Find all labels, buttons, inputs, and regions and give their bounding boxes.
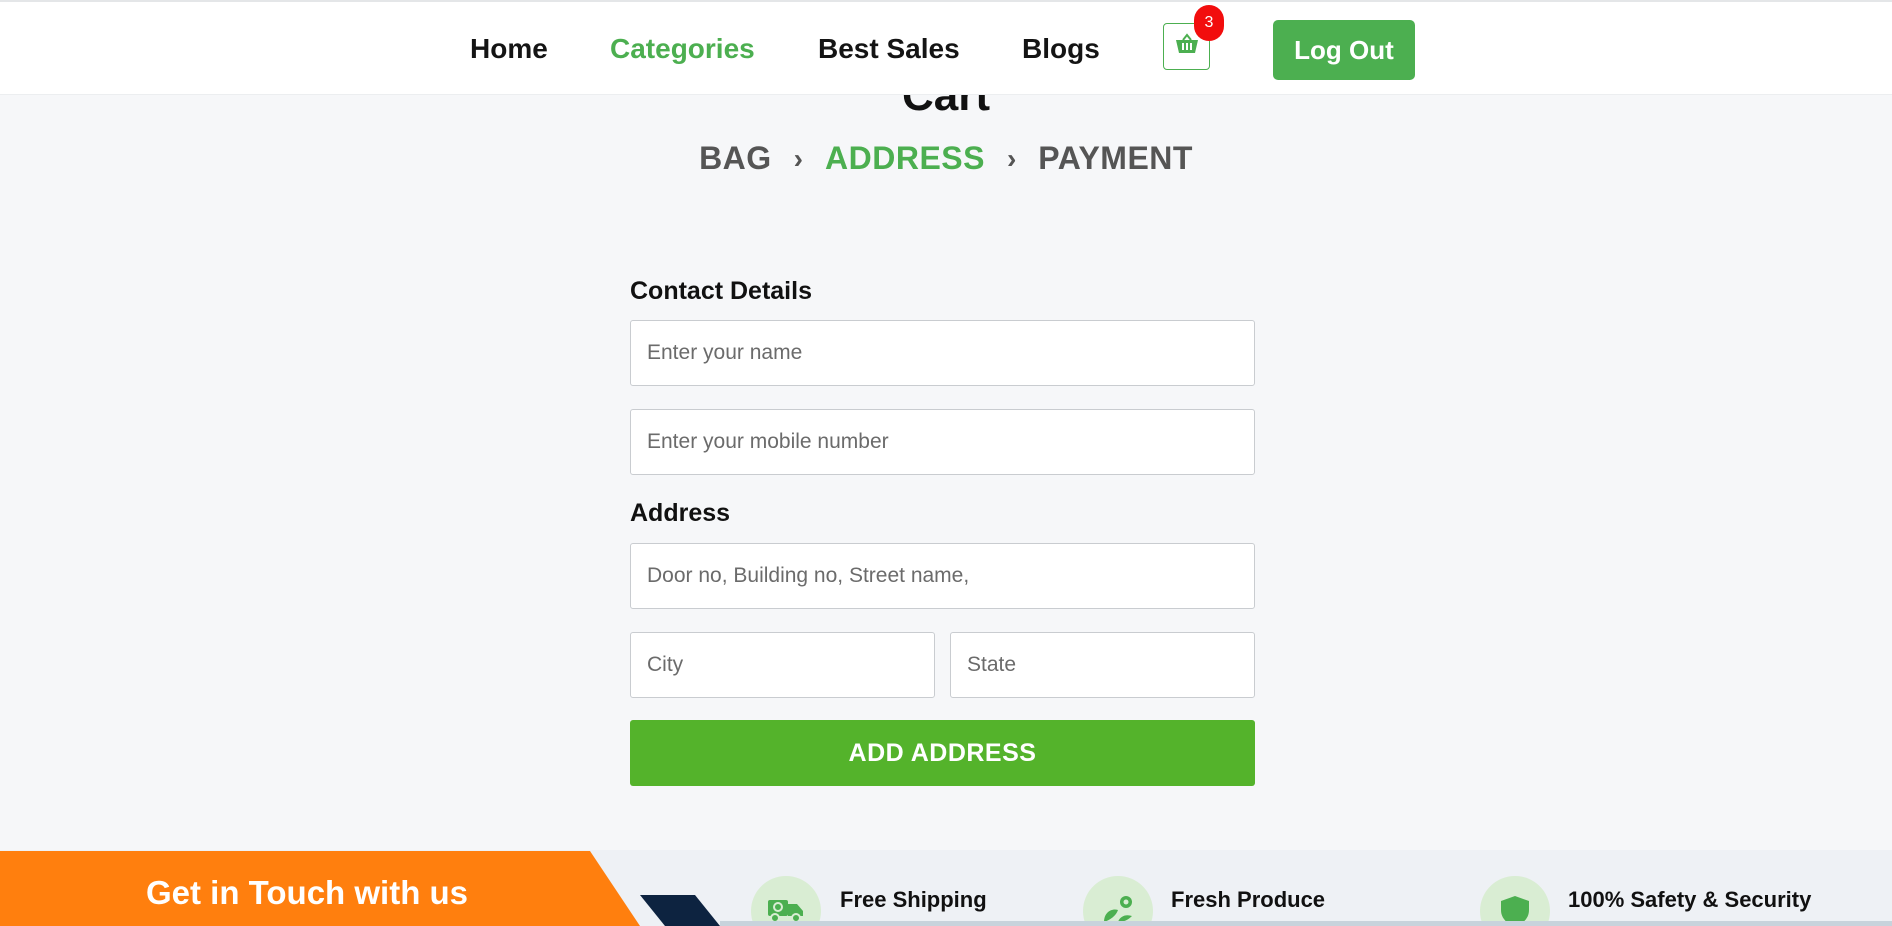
nav-best-sales[interactable]: Best Sales [818, 32, 960, 66]
feature-fresh-produce: Fresh Produce [1171, 887, 1326, 912]
state-input[interactable] [950, 632, 1255, 698]
get-in-touch-banner[interactable]: Get in Touch with us [0, 851, 640, 926]
contact-details-heading: Contact Details [630, 277, 812, 305]
step-bag[interactable]: BAG [699, 140, 772, 177]
nav-blogs[interactable]: Blogs [1022, 32, 1100, 66]
checkout-steps: BAG › ADDRESS › PAYMENT [0, 140, 1892, 177]
nav-home[interactable]: Home [470, 32, 548, 66]
basket-icon [1175, 33, 1199, 60]
address-heading: Address [630, 499, 731, 527]
city-input[interactable] [630, 632, 935, 698]
feature-free-shipping: Free Shipping [840, 887, 987, 912]
street-input[interactable] [630, 543, 1255, 609]
step-address[interactable]: ADDRESS [825, 140, 985, 177]
nav-categories[interactable]: Categories [610, 32, 755, 66]
step-payment[interactable]: PAYMENT [1038, 140, 1193, 177]
step-separator-icon: › [793, 142, 803, 174]
name-input[interactable] [630, 320, 1255, 386]
footer-divider [720, 921, 1892, 926]
step-separator-icon: › [1006, 142, 1017, 174]
add-address-button[interactable]: ADD ADDRESS [630, 720, 1255, 786]
mobile-input[interactable] [630, 409, 1255, 475]
feature-safety-security: 100% Safety & Security [1568, 887, 1812, 912]
logout-button[interactable]: Log Out [1273, 20, 1415, 80]
top-navbar: Home Categories Best Sales Blogs 3 Log O… [0, 0, 1892, 95]
cart-count-badge: 3 [1194, 5, 1224, 41]
